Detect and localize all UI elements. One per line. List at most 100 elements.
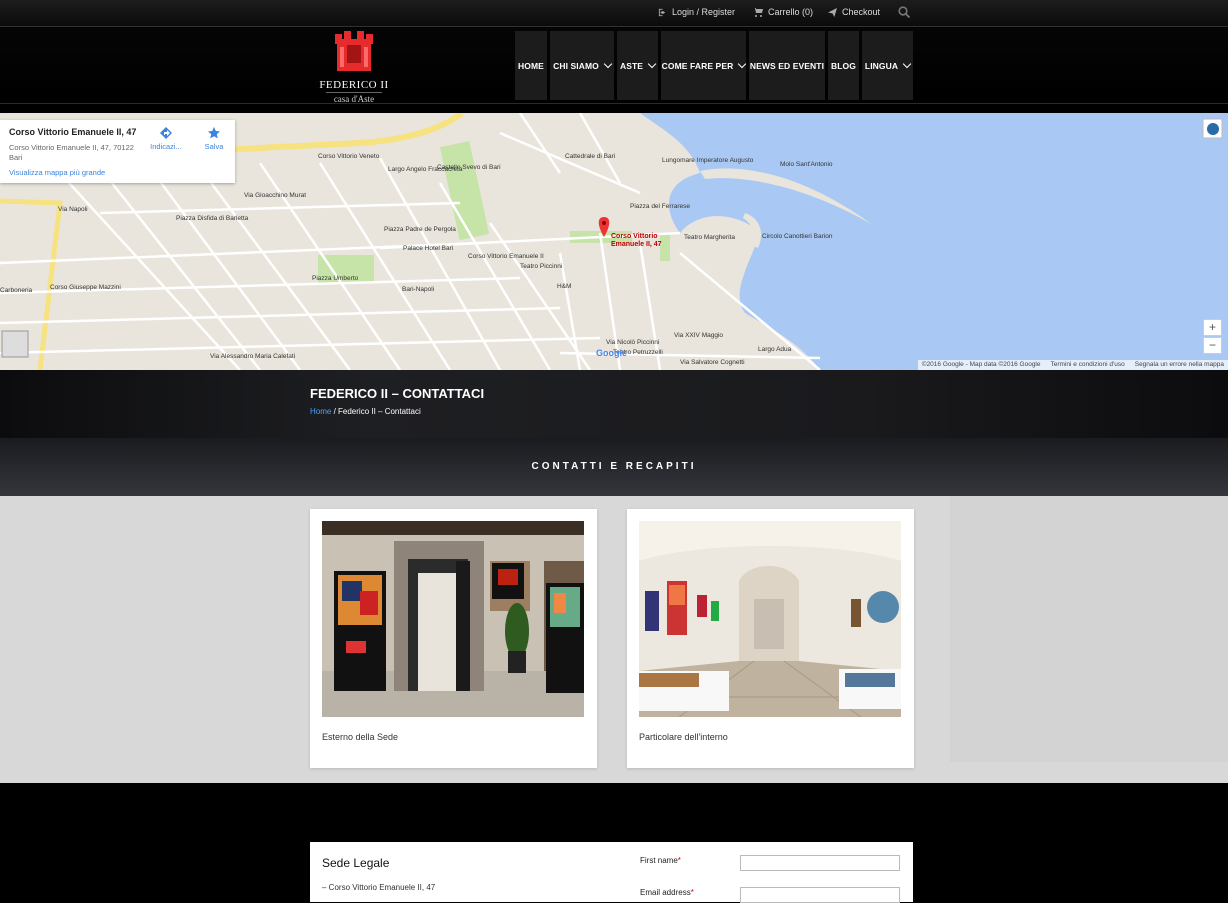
interior-caption: Particolare dell'interno xyxy=(639,732,728,742)
logo-brand-text: FEDERICO II xyxy=(319,79,389,91)
map-pin-label[interactable]: Corso Vittorio Emanuele II, 47 xyxy=(611,233,662,249)
email-input[interactable] xyxy=(740,887,900,903)
contact-section: Sede Legale – Corso Vittorio Emanuele II… xyxy=(0,783,1228,903)
zoom-out-button[interactable]: − xyxy=(1203,337,1222,354)
nav-home-label: HOME xyxy=(518,60,544,71)
map-terms-link[interactable]: Termini e condizioni d'uso xyxy=(1051,361,1125,369)
first-name-label-text: First name xyxy=(640,856,678,865)
directions-button[interactable]: Indicazi... xyxy=(146,126,186,151)
view-larger-map-link[interactable]: Visualizza mappa più grande xyxy=(9,168,105,177)
nav-aste[interactable]: ASTE xyxy=(617,31,658,100)
map-street-label: Molo Sant'Antonio xyxy=(780,161,833,168)
nav-home[interactable]: HOME xyxy=(515,31,547,100)
map-street-label: Via Alessandro Maria Calefati xyxy=(210,353,296,360)
gallery-card-exterior[interactable]: Esterno della Sede xyxy=(310,509,597,768)
pin-label-line-1: Corso Vittorio xyxy=(611,233,658,240)
map-street-label: Piazza Disfida di Barletta xyxy=(176,215,249,222)
chevron-down-icon xyxy=(738,59,747,69)
directions-icon xyxy=(160,127,172,139)
login-register-label: Login / Register xyxy=(672,7,736,17)
map-street-label: Via Salvatore Cognetti xyxy=(680,359,745,366)
site-logo[interactable]: FEDERICO II casa d'Aste xyxy=(312,31,396,104)
nav-blog[interactable]: BLOG xyxy=(828,31,859,100)
map-street-label: Largo Adua xyxy=(758,346,792,353)
zoom-in-button[interactable]: + xyxy=(1203,319,1222,336)
map-street-label: Castello Svevo di Bari xyxy=(437,164,501,171)
page-title: FEDERICO II – CONTATTACI xyxy=(310,386,485,401)
nav-blog-label: BLOG xyxy=(831,60,856,71)
cart-label: Carrello (0) xyxy=(768,7,814,17)
nav-news-ed-eventi[interactable]: NEWS ED EVENTI xyxy=(749,31,825,100)
nav-lingua[interactable]: LINGUA xyxy=(862,31,913,100)
required-mark: * xyxy=(677,856,681,865)
map-street-label: Via Napoli xyxy=(58,206,88,213)
map-copyright: ©2016 Google - Map data ©2016 Google xyxy=(921,361,1041,368)
google-map[interactable]: Corso Vittorio Veneto Largo Angelo Fracc… xyxy=(0,113,1228,370)
map-street-label: Bari-Napoli xyxy=(402,286,435,293)
top-utility-bar: Login / Register Carrello (0) Checkout xyxy=(0,0,1228,27)
save-label: Salva xyxy=(204,142,224,151)
section-heading: CONTATTI E RECAPITI xyxy=(531,461,697,472)
map-street-label: H&M xyxy=(557,283,572,290)
checkout-link[interactable]: Checkout xyxy=(828,7,880,17)
gallery-card-interior[interactable]: Particolare dell'interno xyxy=(627,509,914,768)
chevron-down-icon xyxy=(647,59,657,69)
map-street-label: Via Gioacchino Murat xyxy=(244,192,307,199)
logo-subtitle: casa d'Aste xyxy=(326,92,382,104)
pin-label-line-2: Emanuele II, 47 xyxy=(611,241,662,248)
map-street-label: Cattedrale di Bari xyxy=(565,153,616,160)
gallery-section: Esterno della Sede Particolare dell'inte… xyxy=(0,496,1228,783)
section-heading-band: CONTATTI E RECAPITI xyxy=(0,438,1228,496)
chevron-down-icon xyxy=(603,59,613,69)
nav-chi-siamo-label: CHI SIAMO xyxy=(553,60,599,71)
chevron-down-icon xyxy=(902,59,912,69)
contact-address: – Corso Vittorio Emanuele II, 47 xyxy=(322,883,436,892)
star-icon xyxy=(208,127,220,139)
interior-photo[interactable] xyxy=(639,521,901,717)
map-street-label: Piazza Umberto xyxy=(312,275,359,282)
login-icon xyxy=(658,8,666,16)
map-card-title: Corso Vittorio Emanuele II, 47 xyxy=(9,127,137,137)
gallery-side-panel xyxy=(950,496,1228,762)
login-register-link[interactable]: Login / Register xyxy=(658,7,735,17)
map-street-label: Via XXIV Maggio xyxy=(674,332,724,339)
google-logo: Google xyxy=(596,348,627,358)
cart-link[interactable]: Carrello (0) xyxy=(753,7,813,17)
map-report-error-link[interactable]: Segnala un errore nella mappa xyxy=(1135,361,1224,369)
search-icon xyxy=(898,6,910,18)
nav-lingua-label: LINGUA xyxy=(864,60,899,71)
map-street-label: Corso Vittorio Veneto xyxy=(318,153,380,160)
checkout-label: Checkout xyxy=(842,7,881,17)
exterior-photo[interactable] xyxy=(322,521,584,717)
first-name-label: First name* xyxy=(640,856,681,865)
breadcrumb-home-link[interactable]: Home xyxy=(310,407,331,416)
cart-icon xyxy=(753,7,763,17)
paper-plane-icon xyxy=(828,7,837,17)
main-header: FEDERICO II casa d'Aste HOME CHI SIAMO A… xyxy=(0,28,1228,104)
nav-come-fare-per[interactable]: COME FARE PER xyxy=(661,31,747,100)
nav-news-ed-eventi-label: NEWS ED EVENTI xyxy=(749,60,825,71)
map-street-label: Teatro Piccinni xyxy=(520,263,563,270)
map-street-label: Piazza del Ferrarese xyxy=(630,203,690,210)
nav-come-fare-per-label: COME FARE PER xyxy=(661,60,734,71)
map-street-label: Teatro Margherita xyxy=(684,234,735,241)
map-street-label: Corso Vittorio Emanuele II xyxy=(468,253,544,260)
map-card-address: Corso Vittorio Emanuele II, 47, 70122 Ba… xyxy=(9,143,134,162)
search-button[interactable] xyxy=(898,6,910,18)
breadcrumb-current: / Federico II – Contattaci xyxy=(331,407,421,416)
castle-logo-icon xyxy=(335,31,373,71)
breadcrumb: Home / Federico II – Contattaci xyxy=(310,407,421,416)
map-attribution: ©2016 Google - Map data ©2016 Google Ter… xyxy=(917,360,1228,370)
map-street-label: Carboneria xyxy=(0,287,33,294)
contact-card: Sede Legale – Corso Vittorio Emanuele II… xyxy=(310,842,913,903)
map-street-label: Corso Giuseppe Mazzini xyxy=(50,284,121,291)
directions-label: Indicazi... xyxy=(150,142,182,151)
exterior-caption: Esterno della Sede xyxy=(322,732,399,742)
map-street-label: Palace Hotel Bari xyxy=(403,245,454,252)
nav-chi-siamo[interactable]: CHI SIAMO xyxy=(550,31,614,100)
save-button[interactable]: Salva xyxy=(196,126,232,151)
map-info-card: Corso Vittorio Emanuele II, 47 Corso Vit… xyxy=(0,120,235,183)
first-name-input[interactable] xyxy=(740,855,900,871)
nav-aste-label: ASTE xyxy=(619,60,644,71)
page-title-band: FEDERICO II – CONTATTACI Home / Federico… xyxy=(0,370,1228,438)
